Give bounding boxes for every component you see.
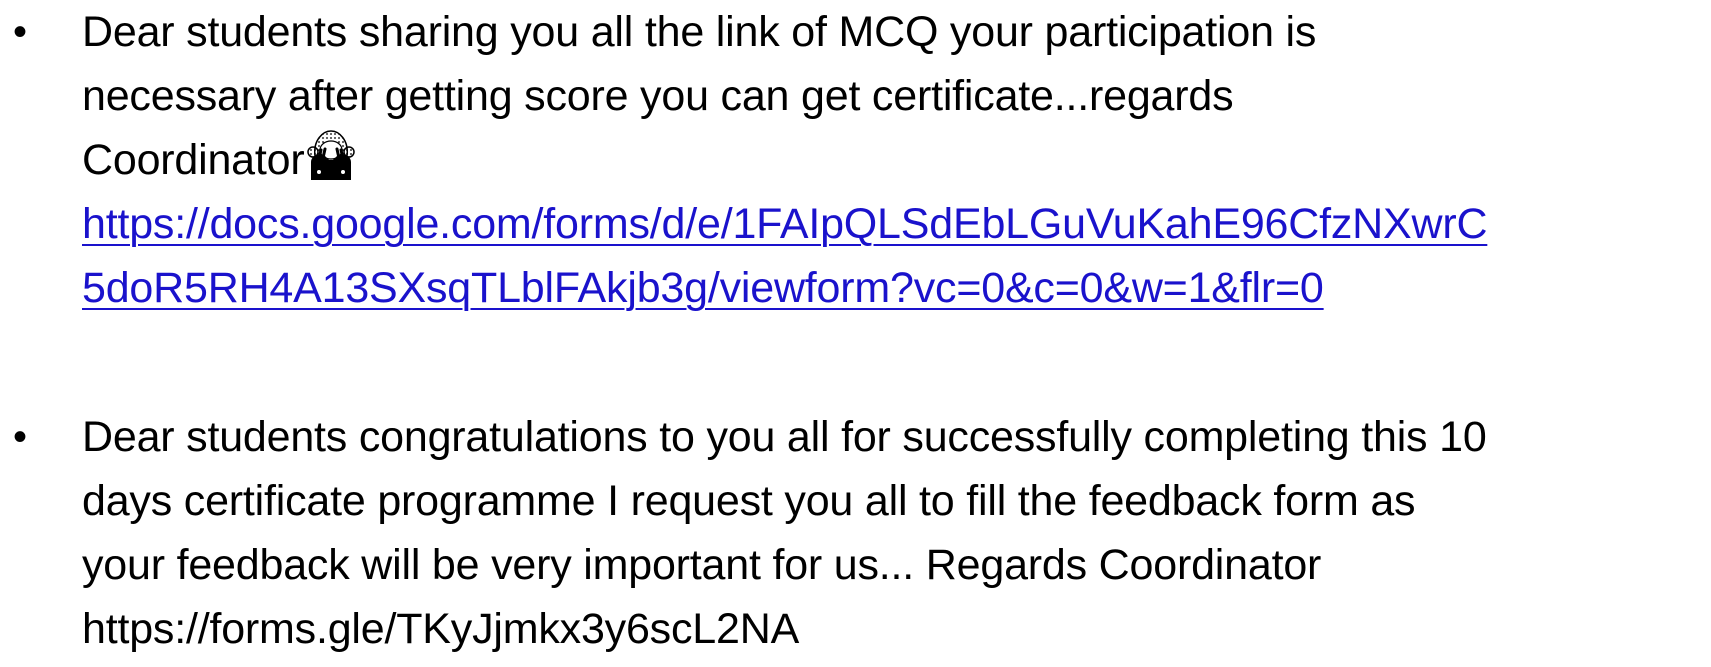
slide: • Dear students sharing you all the link…	[0, 0, 1711, 667]
feedback-form-url: https://forms.gle/TKyJjmkx3y6scL2NA	[82, 605, 800, 653]
mcq-form-link[interactable]: 5doR5RH4A13SXsqTLblFAkjb3g/viewform?vc=0…	[82, 256, 1487, 320]
see-no-evil-monkey-icon	[307, 130, 356, 180]
message-line: your feedback will be very important for…	[82, 541, 1322, 589]
message-line: days certificate programme I request you…	[82, 477, 1416, 525]
message-line-with-emoji: Coordinator	[82, 128, 1487, 192]
mcq-form-link[interactable]: https://docs.google.com/forms/d/e/1FAIpQ…	[82, 192, 1488, 256]
message-text: Coordinator	[82, 136, 305, 184]
bullet-point: •	[12, 10, 27, 54]
mcq-message: Dear students sharing you all the link o…	[82, 0, 1488, 320]
feedback-message: Dear students congratulations to you all…	[82, 405, 1487, 661]
message-line: Dear students congratulations to you all…	[82, 413, 1487, 461]
message-line: necessary after getting score you can ge…	[82, 72, 1234, 120]
bullet-point: •	[12, 415, 27, 459]
message-line: Dear students sharing you all the link o…	[82, 8, 1317, 56]
